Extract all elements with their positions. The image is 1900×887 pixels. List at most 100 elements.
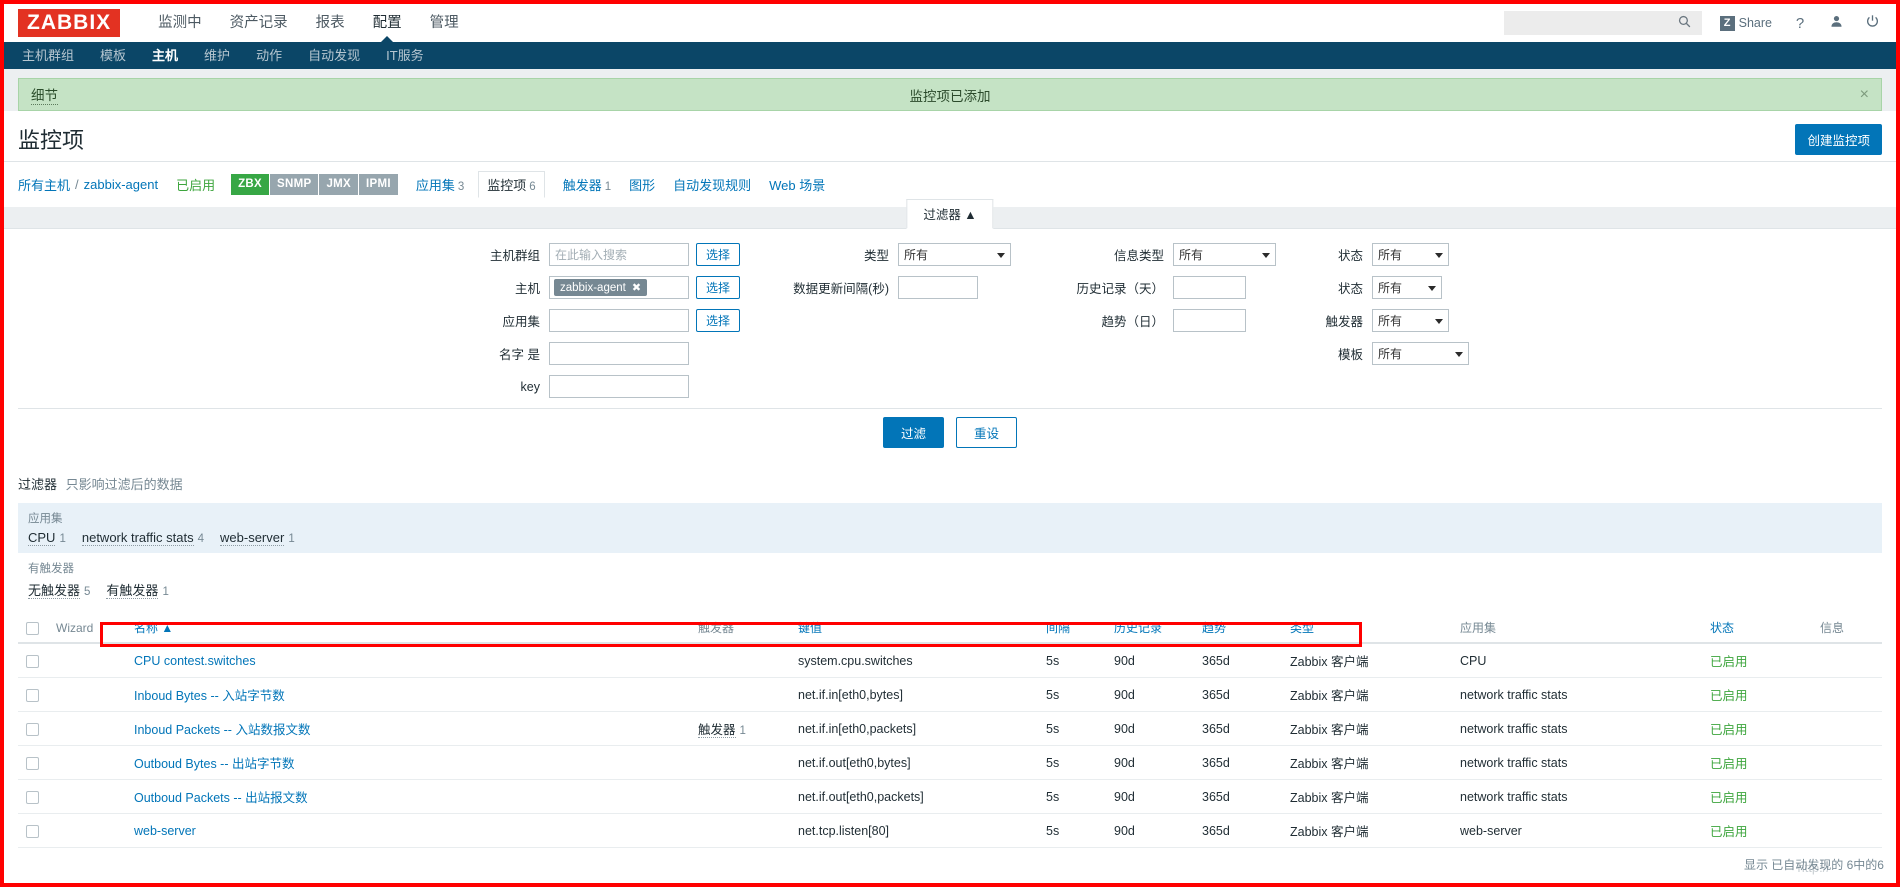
breadcrumb-all-hosts[interactable]: 所有主机 (18, 175, 70, 194)
filter-reset-button[interactable]: 重设 (956, 417, 1018, 448)
filter-input-application[interactable] (548, 309, 689, 332)
header-key[interactable]: 键值 (790, 613, 1038, 644)
filter-multiselect-host[interactable]: zabbix-agent ✖ (548, 276, 689, 299)
header-select-all[interactable] (18, 613, 48, 644)
filter-select-type[interactable]: 所有 (898, 243, 1011, 266)
row-checkbox-cell[interactable] (18, 643, 48, 678)
subnav-actions[interactable]: 动作 (243, 42, 295, 69)
item-name-link[interactable]: Outboud Packets -- 出站报文数 (134, 791, 308, 805)
filter-select-host-group-button[interactable]: 选择 (695, 243, 740, 266)
crumb-tab-web-scenarios[interactable]: Web 场景 (769, 175, 825, 194)
item-status-link[interactable]: 已启用 (1710, 757, 1748, 771)
top-nav-inventory[interactable]: 资产记录 (216, 4, 302, 42)
table-row[interactable]: web-server net.tcp.listen[80] 5s 90d 365… (18, 813, 1882, 848)
power-logout-icon[interactable] (1864, 14, 1880, 32)
select-all-checkbox[interactable] (26, 621, 39, 635)
filter-select-triggers[interactable]: 所有 (1372, 309, 1449, 332)
top-nav-administration[interactable]: 管理 (416, 4, 473, 42)
row-checkbox-cell[interactable] (18, 745, 48, 780)
header-interval[interactable]: 间隔 (1038, 613, 1106, 644)
filter-chip-host-remove-icon[interactable]: ✖ (632, 281, 641, 294)
row-checkbox[interactable] (26, 688, 39, 702)
subfilter-app-network-traffic-stats[interactable]: network traffic stats 4 (81, 530, 204, 546)
item-trigger-link[interactable]: 触发器 (698, 723, 736, 738)
zabbix-logo[interactable]: ZABBIX (18, 9, 121, 37)
crumb-tab-triggers[interactable]: 触发器 1 (563, 175, 611, 194)
subnav-discovery[interactable]: 自动发现 (295, 42, 373, 69)
row-checkbox[interactable] (26, 824, 39, 838)
header-type[interactable]: 类型 (1282, 613, 1452, 644)
row-checkbox[interactable] (26, 722, 39, 736)
filter-input-history[interactable] (1173, 276, 1246, 299)
subnav-it-services[interactable]: IT服务 (373, 42, 437, 69)
host-status-enabled[interactable]: 已启用 (176, 175, 215, 194)
subnav-templates[interactable]: 模板 (87, 42, 139, 69)
message-close-icon[interactable]: × (1860, 86, 1869, 103)
subnav-hosts[interactable]: 主机 (139, 42, 191, 69)
item-name-link[interactable]: Inboud Packets -- 入站数报文数 (134, 723, 310, 737)
item-status-link[interactable]: 已启用 (1710, 825, 1748, 839)
row-checkbox-cell[interactable] (18, 779, 48, 814)
item-status-link[interactable]: 已启用 (1710, 723, 1748, 737)
create-item-button[interactable]: 创建监控项 (1795, 123, 1882, 155)
subnav-maintenance[interactable]: 维护 (191, 42, 243, 69)
row-checkbox-cell[interactable] (18, 813, 48, 848)
table-row[interactable]: Inboud Packets -- 入站数报文数 触发器 1 net.if.in[… (18, 711, 1882, 746)
row-checkbox-cell[interactable] (18, 711, 48, 746)
filter-input-key[interactable] (548, 375, 689, 398)
subfilter-trigger-without[interactable]: 无触发器 5 (28, 580, 90, 599)
crumb-tab-discovery-rules[interactable]: 自动发现规则 (673, 175, 751, 194)
filter-select-value-type[interactable]: 所有 (1173, 243, 1276, 266)
header-trend[interactable]: 趋势 (1194, 613, 1282, 644)
crumb-tab-items[interactable]: 监控项 6 (478, 171, 545, 198)
filter-select-application-button[interactable]: 选择 (695, 309, 740, 332)
subnav-host-groups[interactable]: 主机群组 (9, 42, 87, 69)
subfilter-trigger-with[interactable]: 有触发器 1 (106, 580, 169, 599)
filter-input-name[interactable] (548, 342, 689, 365)
item-name-link[interactable]: CPU contest.switches (134, 654, 256, 668)
interface-tag-jmx[interactable]: JMX (318, 174, 358, 195)
user-profile-icon[interactable] (1828, 14, 1844, 32)
item-status-link[interactable]: 已启用 (1710, 791, 1748, 805)
row-checkbox[interactable] (26, 756, 39, 770)
item-status-link[interactable]: 已启用 (1710, 655, 1748, 669)
message-details-link[interactable]: 细节 (31, 84, 58, 105)
top-nav-configuration[interactable]: 配置 (359, 4, 416, 43)
item-name-link[interactable]: web-server (134, 824, 196, 838)
global-search[interactable] (1503, 11, 1702, 35)
share-button[interactable]: Z Share (1719, 15, 1772, 31)
filter-select-template[interactable]: 所有 (1372, 342, 1469, 365)
header-status[interactable]: 状态 (1702, 613, 1812, 644)
breadcrumb-host-name[interactable]: zabbix-agent (84, 177, 158, 192)
crumb-tab-applications[interactable]: 应用集 3 (416, 175, 464, 194)
subfilter-app-cpu[interactable]: CPU 1 (28, 530, 66, 546)
row-checkbox[interactable] (26, 654, 39, 668)
table-row[interactable]: Outboud Bytes -- 出站字节数 net.if.out[eth0,b… (18, 745, 1882, 780)
search-icon[interactable] (1674, 15, 1696, 31)
filter-toggle-tab[interactable]: 过滤器 ▲ (906, 199, 994, 229)
item-status-link[interactable]: 已启用 (1710, 689, 1748, 703)
help-icon[interactable]: ? (1792, 15, 1808, 32)
search-input[interactable] (1503, 12, 1674, 34)
top-nav-reports[interactable]: 报表 (302, 4, 359, 42)
filter-input-trends[interactable] (1173, 309, 1246, 332)
item-name-link[interactable]: Outboud Bytes -- 出站字节数 (134, 757, 294, 771)
filter-select-state[interactable]: 所有 (1372, 276, 1442, 299)
filter-apply-button[interactable]: 过滤 (882, 417, 944, 448)
row-checkbox[interactable] (26, 790, 39, 804)
table-row[interactable]: Inboud Bytes -- 入站字节数 net.if.in[eth0,byt… (18, 677, 1882, 712)
table-row[interactable]: Outboud Packets -- 出站报文数 net.if.out[eth0… (18, 779, 1882, 814)
interface-tag-snmp[interactable]: SNMP (269, 174, 319, 195)
crumb-tab-graphs[interactable]: 图形 (629, 175, 655, 194)
top-nav-monitoring[interactable]: 监测中 (144, 4, 216, 42)
header-name[interactable]: 名称 ▲ (126, 613, 690, 644)
row-checkbox-cell[interactable] (18, 677, 48, 712)
item-name-link[interactable]: Inboud Bytes -- 入站字节数 (134, 689, 285, 703)
interface-tag-zbx[interactable]: ZBX (231, 174, 270, 195)
header-history[interactable]: 历史记录 (1106, 613, 1194, 644)
filter-select-host-button[interactable]: 选择 (695, 276, 740, 299)
filter-select-status[interactable]: 所有 (1372, 243, 1449, 266)
subfilter-app-web-server[interactable]: web-server 1 (220, 530, 295, 546)
interface-tag-ipmi[interactable]: IPMI (358, 174, 398, 195)
filter-input-update-interval[interactable] (898, 276, 978, 299)
